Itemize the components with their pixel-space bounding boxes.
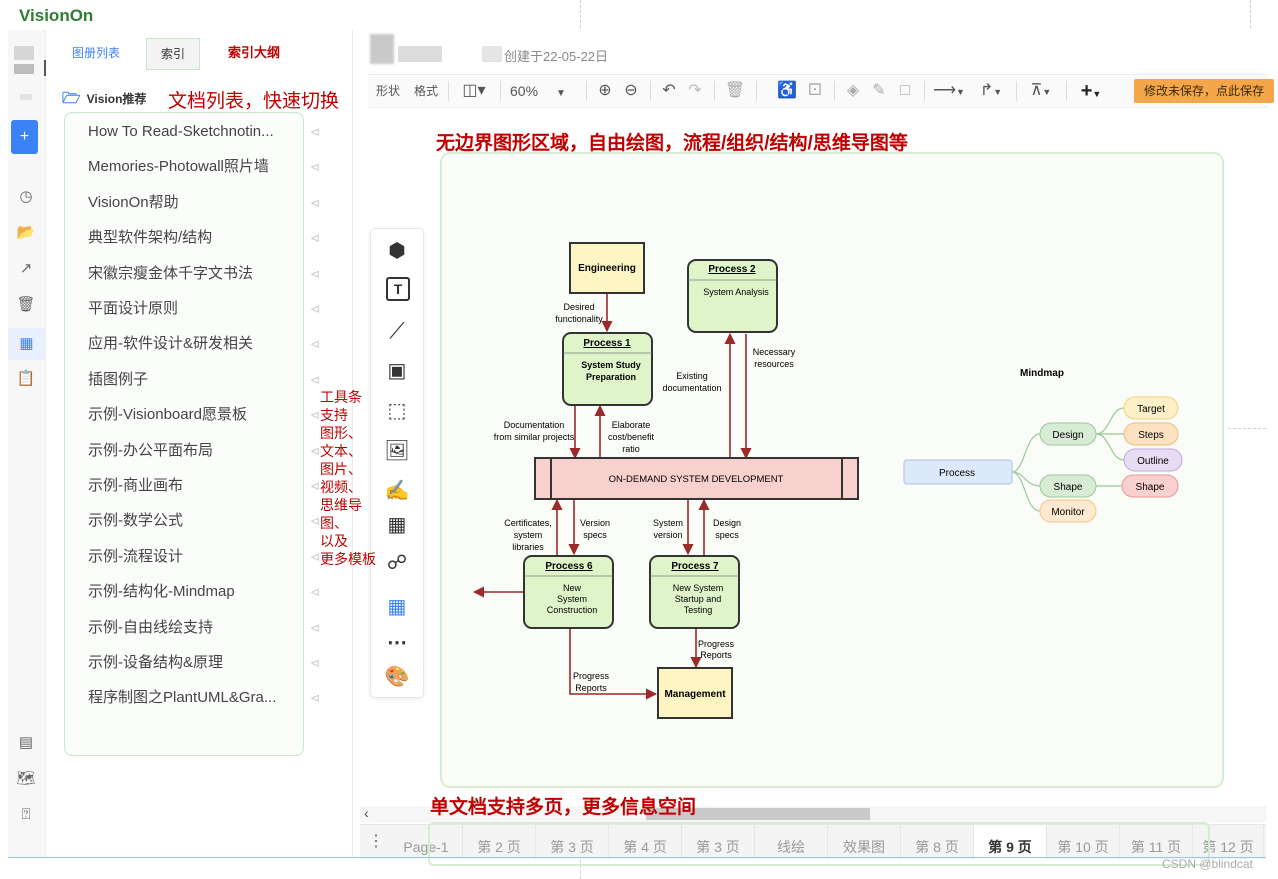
edge-label: specs	[583, 530, 607, 540]
page-tab[interactable]: 第 8 页	[901, 825, 974, 859]
annotation-line: 图片、	[320, 461, 362, 477]
edge-label: cost/benefit	[608, 432, 655, 442]
edge-label: specs	[715, 530, 739, 540]
palette-icon[interactable]: 🎨	[383, 663, 411, 691]
edge-label: from similar projects	[494, 432, 575, 442]
process-1-title: Process 1	[583, 338, 631, 349]
annotation-line: 视频、	[320, 479, 362, 495]
page-tab[interactable]: 第 10 页	[1047, 825, 1120, 859]
page-tab[interactable]: 第 4 页	[609, 825, 682, 859]
table-icon[interactable]: ▦	[383, 511, 411, 539]
mindmap-link	[1095, 433, 1125, 461]
more-icon[interactable]: ⋯	[383, 629, 411, 657]
process-6-body: System	[557, 594, 587, 604]
annotation-line: 工具条	[320, 389, 362, 405]
edge-label: Elaborate	[612, 420, 651, 430]
page-tab[interactable]: 第 3 页	[682, 825, 755, 859]
edge-label: Design	[713, 518, 741, 528]
management-label: Management	[664, 689, 726, 700]
annotation-pages: 单文档支持多页，更多信息空间	[430, 797, 697, 818]
page-tab[interactable]: 线绘	[755, 825, 828, 859]
process-7-body: Testing	[684, 605, 713, 615]
page-tab[interactable]: 第 2 页	[463, 825, 536, 859]
mindmap-root-label: Process	[939, 468, 975, 479]
line-icon[interactable]: ⟋	[383, 317, 411, 345]
mindmap-link	[1095, 407, 1125, 435]
page-tab[interactable]: 第 12 页	[1193, 825, 1264, 859]
edge-label: Progress	[573, 671, 610, 681]
annotation-line: 文本、	[320, 443, 362, 459]
image-icon[interactable]: 🖼	[383, 437, 411, 465]
edge-label: Reports	[575, 683, 607, 693]
process-1-body: System Study	[581, 360, 641, 370]
frame-icon[interactable]: ⬚	[383, 397, 411, 425]
edge-label: Version	[580, 518, 610, 528]
sticky-note-icon[interactable]: ▣	[383, 357, 411, 385]
edge-label: functionality	[555, 314, 603, 324]
central-process-label: ON-DEMAND SYSTEM DEVELOPMENT	[609, 474, 784, 485]
annotation-toolbar: 工具条支持图形、文本、图片、视频、思维导图、以及更多模板	[320, 388, 380, 568]
page-tab[interactable]: 第 9 页	[974, 825, 1047, 859]
mindmap-leaf-label: Outline	[1137, 456, 1169, 467]
edge-label: resources	[754, 359, 794, 369]
text-icon[interactable]: T	[386, 277, 410, 301]
mindmap-leaf-label: Target	[1137, 404, 1165, 415]
mindmap-leaf-label: Steps	[1138, 430, 1164, 441]
edge-label: version	[653, 530, 682, 540]
mindmap-leaf-label: Shape	[1136, 482, 1165, 493]
process-6-body: New	[563, 583, 582, 593]
page-tab[interactable]: 第 11 页	[1120, 825, 1193, 859]
watermark: CSDN @blindcat	[1162, 857, 1253, 871]
page-tab[interactable]: 第 3 页	[536, 825, 609, 859]
mindmap-node-label: Design	[1052, 430, 1083, 441]
shapes-icon[interactable]: ⬢	[383, 237, 411, 265]
chevron-left-icon[interactable]: ‹	[364, 805, 369, 821]
edge-label: libraries	[512, 542, 544, 552]
edge-label: Reports	[700, 650, 732, 660]
page-menu-icon[interactable]: ⋮	[368, 831, 384, 853]
mindmap-title: Mindmap	[1020, 368, 1064, 379]
edge-label: Necessary	[753, 347, 796, 357]
process-7-body: Startup and	[675, 594, 722, 604]
edge-label: Existing	[676, 371, 708, 381]
page-tab[interactable]: Page-1	[390, 825, 463, 859]
annotation-line: 图形、	[320, 425, 362, 441]
mindmap-icon[interactable]: ☍	[383, 549, 411, 577]
engineering-label: Engineering	[578, 263, 636, 274]
process-1-body: Preparation	[586, 372, 636, 382]
process-7-title: Process 7	[671, 561, 719, 572]
annotation-line: 思维导图、	[320, 497, 362, 531]
edge-label: system	[514, 530, 543, 540]
edge-label: Desired	[563, 302, 594, 312]
process-diagram: Engineering Process 2 System Analysis Pr…	[472, 242, 1183, 719]
mindmap-link	[1011, 471, 1041, 512]
annotation-line: 支持	[320, 407, 348, 423]
edge-label: System	[653, 518, 683, 528]
mindmap-link	[1011, 433, 1041, 473]
process-2-title: Process 2	[708, 264, 756, 275]
process-2-body: System Analysis	[703, 287, 769, 297]
process-6-title: Process 6	[545, 561, 593, 572]
mindmap-node-label: Monitor	[1051, 507, 1085, 518]
annotation-line: 以及	[320, 533, 348, 549]
edge-label: documentation	[662, 383, 721, 393]
annotation-line: 更多模板	[320, 551, 376, 567]
mindmap-node-label: Shape	[1054, 482, 1083, 493]
process-7-body: New System	[673, 583, 724, 593]
edge-label: Progress	[698, 639, 735, 649]
page-tabs: ⋮ Page-1 第 2 页第 3 页第 4 页第 3 页线绘 效果图第 8 页第 …	[360, 824, 1266, 859]
edge-label: ratio	[622, 444, 640, 454]
page-tab[interactable]: 效果图	[828, 825, 901, 859]
templates-icon[interactable]: ▦	[383, 593, 411, 621]
edge-label: Certificates,	[504, 518, 552, 528]
pen-icon[interactable]: ✍	[383, 477, 411, 505]
divider	[8, 857, 1266, 858]
edge-label: Documentation	[504, 420, 565, 430]
process-6-body: Construction	[547, 605, 598, 615]
